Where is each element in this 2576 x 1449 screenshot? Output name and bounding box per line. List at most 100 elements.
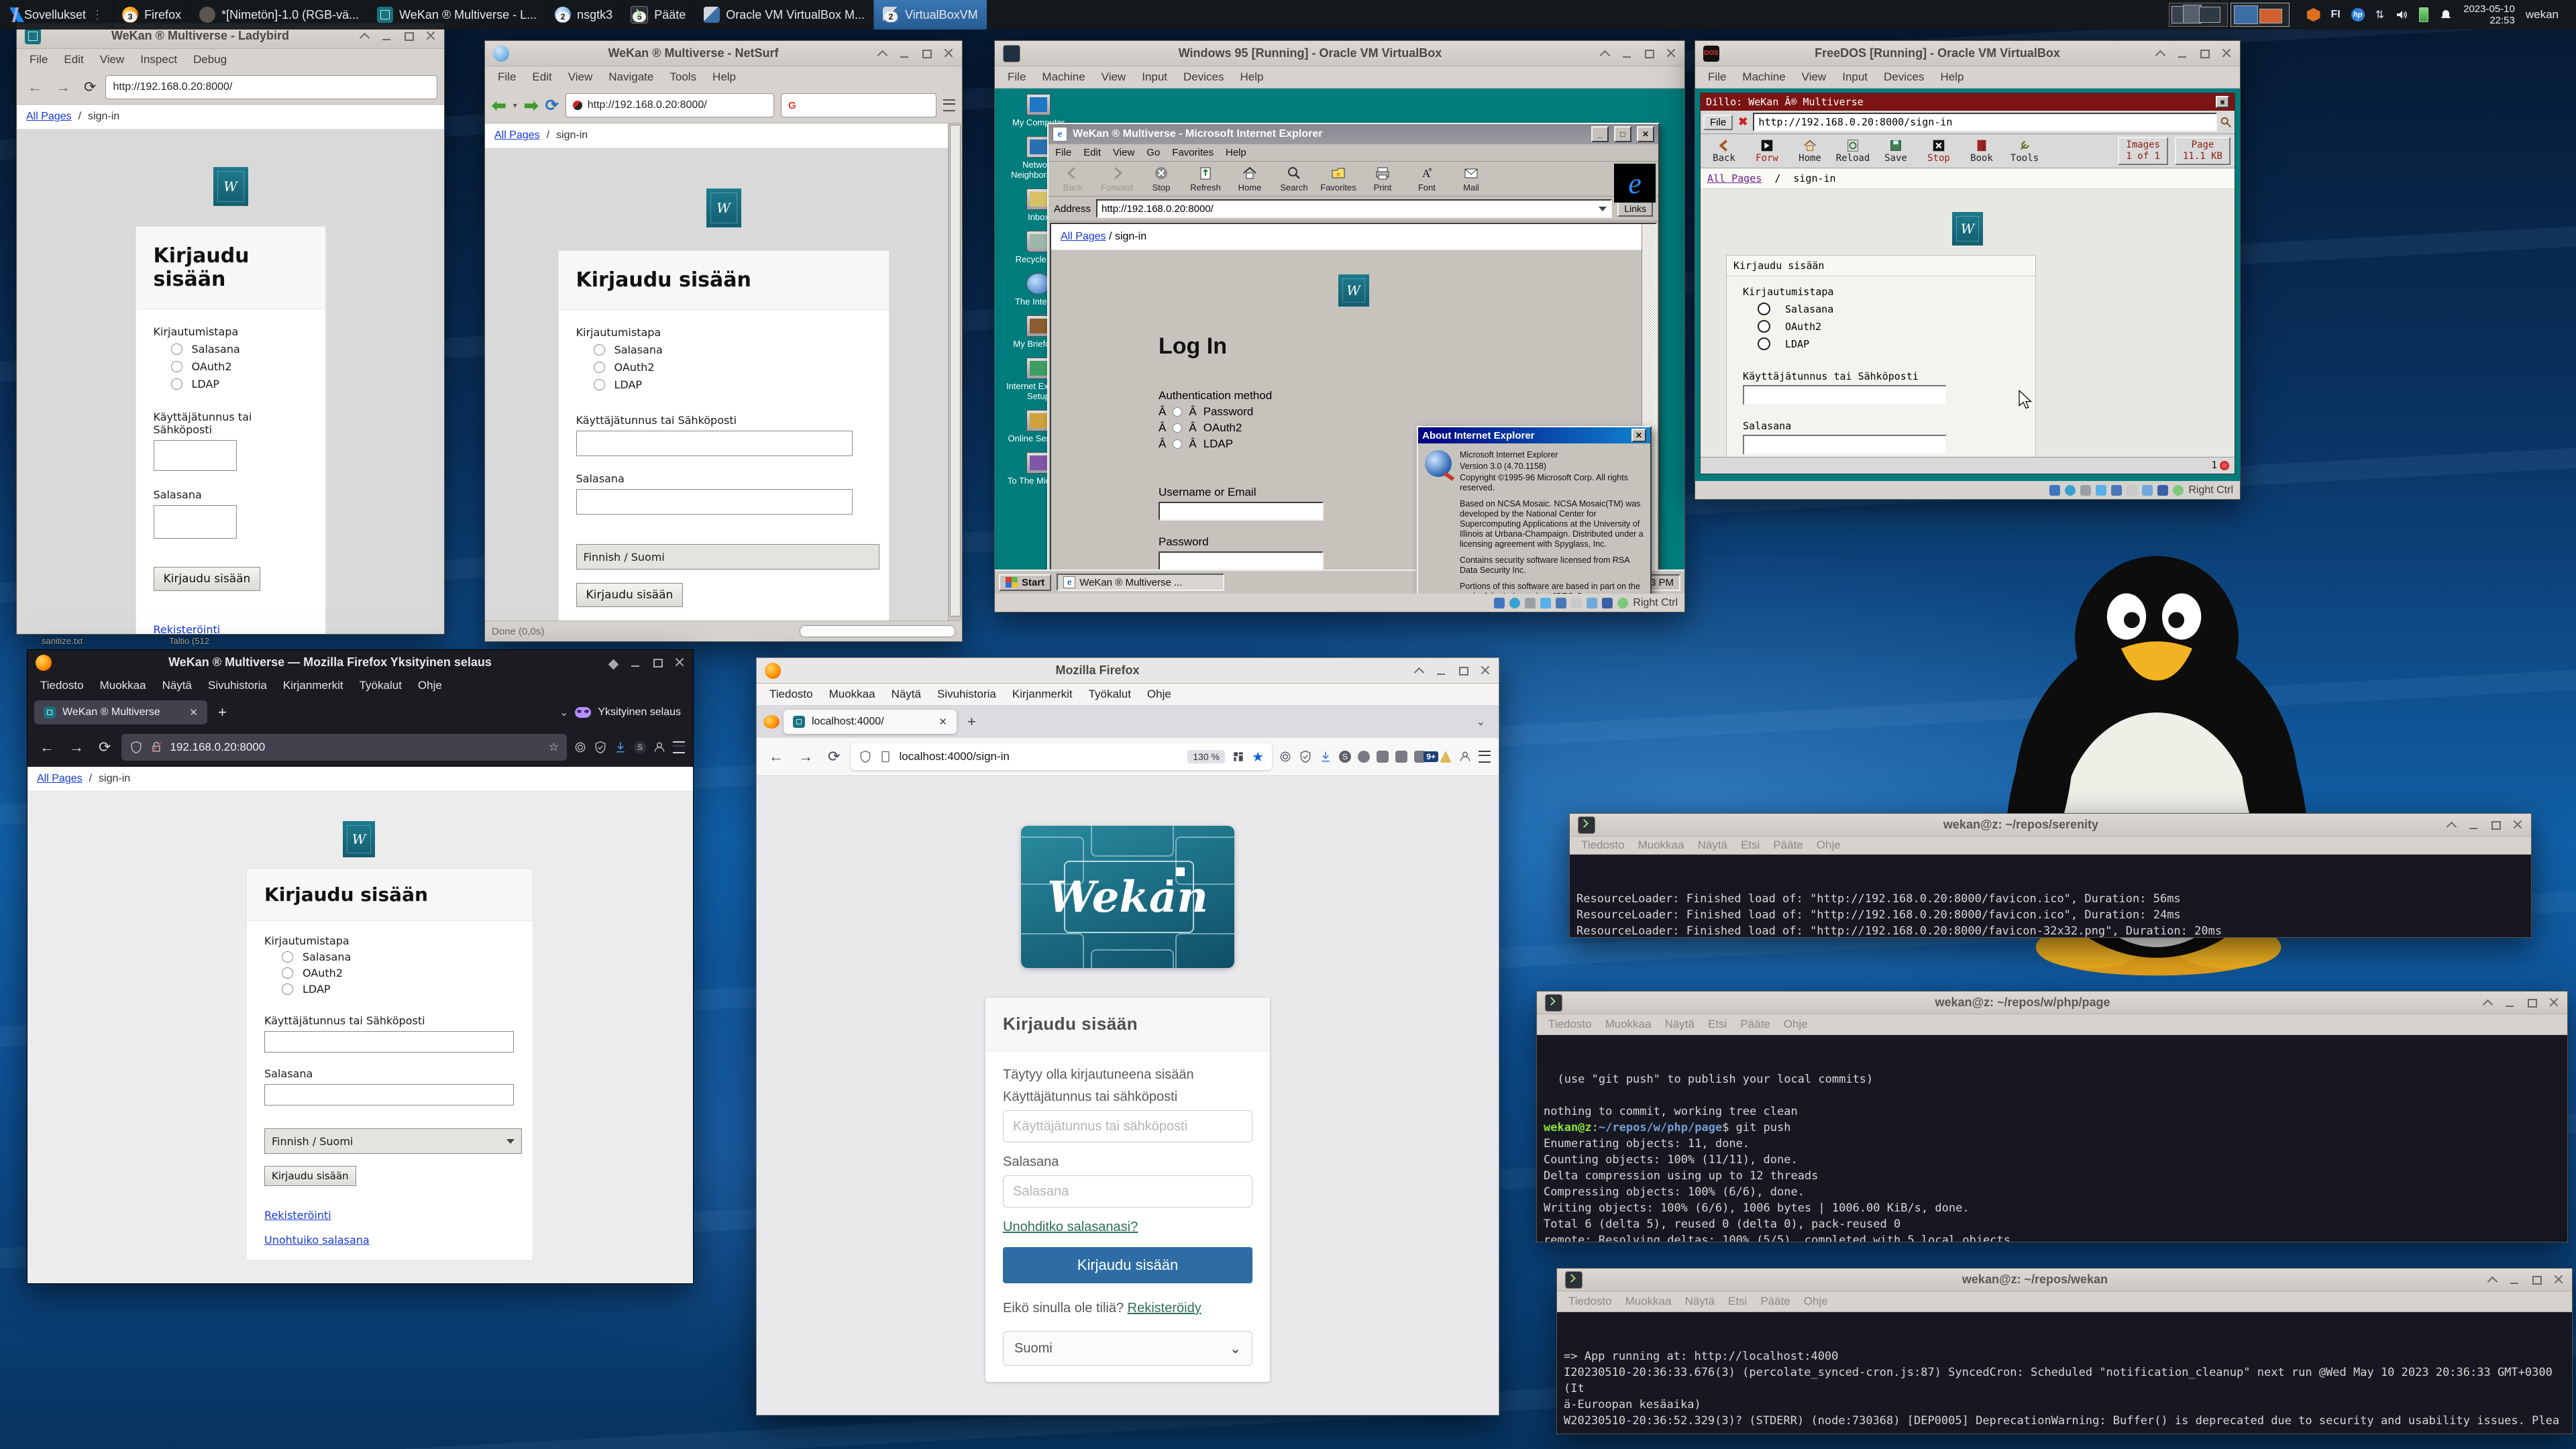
applications-menu[interactable]: Sovellukset ⋮ <box>0 0 113 30</box>
close-icon[interactable]: ✕ <box>1631 429 1646 442</box>
taskbar-button[interactable]: 3 Firefox <box>113 0 190 30</box>
all-pages-link[interactable]: All Pages <box>494 129 540 142</box>
username-input[interactable] <box>576 431 853 456</box>
auth-radio[interactable]: Salasana <box>594 343 871 356</box>
shade-icon[interactable] <box>1600 48 1610 58</box>
shield-check-icon[interactable] <box>1299 750 1312 763</box>
radio-icon[interactable] <box>594 379 605 390</box>
back-button[interactable]: Back <box>1705 138 1743 164</box>
new-tab-button[interactable]: + <box>211 704 233 721</box>
fingerprint-icon[interactable] <box>574 741 587 754</box>
menu-item[interactable]: Edit <box>56 50 91 69</box>
back-icon[interactable]: ⬅ <box>492 95 506 116</box>
forward-icon[interactable]: → <box>52 78 74 96</box>
all-pages-link[interactable]: All Pages <box>37 773 83 785</box>
minimize-icon[interactable] <box>382 31 392 41</box>
download-icon[interactable] <box>614 741 627 754</box>
about-titlebar[interactable]: About Internet Explorer ✕ <box>1418 427 1650 443</box>
shade-icon[interactable] <box>2487 1275 2498 1285</box>
radio-icon[interactable] <box>171 378 182 390</box>
radio-icon[interactable] <box>282 951 293 963</box>
hp-icon[interactable]: hp <box>2351 8 2365 21</box>
search-icon[interactable] <box>2220 116 2232 128</box>
password-input[interactable] <box>264 1084 514 1106</box>
fingerprint-icon[interactable] <box>1279 750 1292 763</box>
menu-item[interactable]: View <box>561 68 600 87</box>
tools-button[interactable]: Tools <box>2005 138 2044 164</box>
maximize-icon[interactable] <box>922 48 932 58</box>
extension-icon[interactable] <box>1440 751 1452 763</box>
auth-radio[interactable]: OAuth2 <box>171 360 308 373</box>
menu-item[interactable]: File <box>490 68 523 87</box>
tab-wekan[interactable]: WeKan ® Multiverse ✕ <box>34 700 207 724</box>
auth-radio[interactable]: Salasana <box>1758 303 2019 315</box>
insecure-lock-icon[interactable] <box>150 741 163 754</box>
forward-button[interactable]: Forw <box>1748 138 1786 164</box>
language-select[interactable]: Finnish / Suomi <box>264 1128 522 1154</box>
menu-item[interactable]: Tiedosto <box>33 676 91 695</box>
maximize-icon[interactable]: □ <box>1614 126 1631 142</box>
auth-radio[interactable]: OAuth2 <box>282 967 515 979</box>
shade-icon[interactable] <box>360 31 370 41</box>
radio-icon[interactable] <box>171 343 182 355</box>
address-input[interactable]: http://192.168.0.20:8000/ <box>1096 199 1612 218</box>
back-button[interactable]: Back <box>1051 164 1094 194</box>
language-select[interactable]: Finnish / Suomi <box>576 544 879 570</box>
taskbar-task[interactable]: WeKan ® Multiverse ... <box>1057 574 1224 591</box>
menu-item[interactable]: File <box>22 50 55 69</box>
term2-output[interactable]: (use "git push" to publish your local co… <box>1537 1034 2567 1242</box>
close-icon[interactable] <box>1481 665 1491 676</box>
minimize-icon[interactable]: _ <box>1591 126 1609 142</box>
back-icon[interactable]: ← <box>23 78 46 96</box>
username-input[interactable] <box>154 440 237 471</box>
keyboard-layout-indicator[interactable]: FI <box>2331 9 2341 21</box>
close-icon[interactable]: ▣ <box>2216 96 2229 108</box>
menu-item[interactable]: File <box>1055 147 1071 158</box>
menu-item[interactable]: Debug <box>186 50 234 69</box>
taskbar-button[interactable]: Oracle VM VirtualBox M... <box>694 0 873 30</box>
tabs-dropdown-icon[interactable]: ⌄ <box>559 706 568 719</box>
menu-item[interactable]: File <box>1000 68 1033 87</box>
save-button[interactable]: Save <box>1876 138 1915 164</box>
reload-button[interactable]: Reload <box>1833 138 1872 164</box>
radio-icon[interactable] <box>594 344 605 356</box>
reload-icon[interactable]: ⟳ <box>95 739 115 756</box>
url-input[interactable]: http://192.168.0.20:8000/ <box>566 93 774 117</box>
password-input[interactable]: Salasana <box>1003 1175 1252 1208</box>
radio-icon[interactable] <box>1173 407 1182 417</box>
menu-item[interactable]: File <box>1701 68 1733 87</box>
maximize-icon[interactable] <box>404 31 414 41</box>
shield-check-icon[interactable] <box>594 741 607 754</box>
username-input[interactable] <box>264 1031 514 1053</box>
auth-radio[interactable]: LDAP <box>282 983 515 996</box>
term1-titlebar[interactable]: wekan@z: ~/repos/serenity <box>1570 814 2531 837</box>
close-icon[interactable] <box>944 48 954 58</box>
menu-item[interactable]: Go <box>1146 147 1160 158</box>
taskbar-button[interactable]: *[Nimetön]-1.0 (RGB-vä... <box>190 0 368 30</box>
menu-item[interactable]: Help <box>705 68 743 87</box>
menu-item[interactable]: Tools <box>662 68 704 87</box>
menu-item[interactable]: Ohje <box>1778 1016 1814 1033</box>
menu-item[interactable]: Favorites <box>1172 147 1214 158</box>
web-search-input[interactable]: G <box>781 93 936 117</box>
menu-item[interactable]: Edit <box>525 68 559 87</box>
menu-item[interactable]: Ohje <box>1798 1293 1834 1310</box>
bug-meter-icon[interactable] <box>2220 461 2229 470</box>
minimize-icon[interactable] <box>2469 820 2479 830</box>
forward-icon[interactable]: → <box>65 739 88 756</box>
clock[interactable]: 2023-05-10 22:53 <box>2463 3 2515 26</box>
desktop-volume-label[interactable]: Taltio (512 <box>169 636 209 646</box>
minimize-icon[interactable] <box>900 48 910 58</box>
radio-icon[interactable] <box>282 967 293 979</box>
term1-output[interactable]: ResourceLoader: Finished load of: "http:… <box>1570 854 2531 937</box>
menu-item[interactable]: Input <box>1134 68 1175 87</box>
back-icon[interactable]: ← <box>765 748 788 765</box>
menu-item[interactable]: Muokkaa <box>822 685 883 704</box>
password-input[interactable] <box>1159 551 1324 570</box>
username-input[interactable]: Käyttäjätunnus tai sähköposti <box>1003 1110 1252 1142</box>
menu-item[interactable]: Help <box>1226 147 1246 158</box>
menu-item[interactable]: Tiedosto <box>1575 837 1631 854</box>
menu-item[interactable]: Näytä <box>1692 837 1733 854</box>
register-link[interactable]: Rekisteröidy <box>1128 1301 1201 1316</box>
register-link[interactable]: Rekisteröinti <box>154 623 221 634</box>
